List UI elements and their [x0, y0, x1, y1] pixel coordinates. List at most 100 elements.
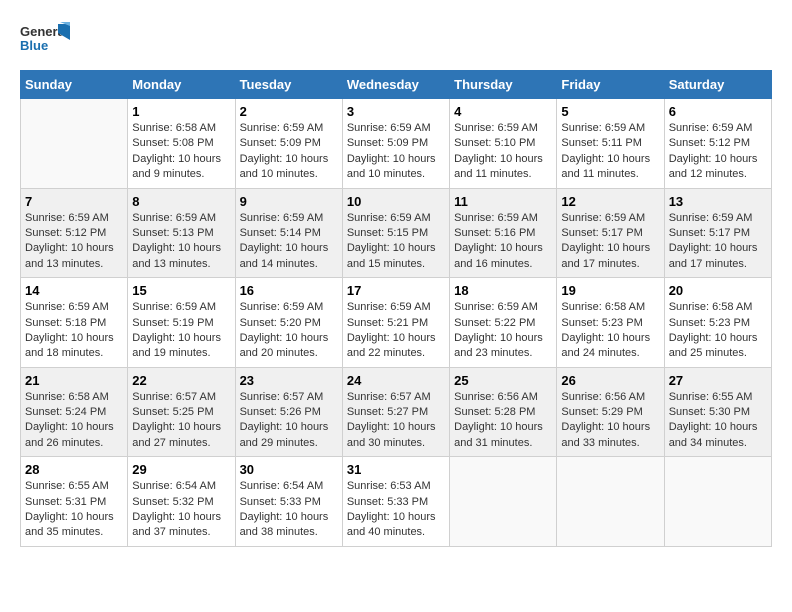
calendar-cell: 1 Sunrise: 6:58 AM Sunset: 5:08 PM Daylig…: [128, 99, 235, 189]
column-header-saturday: Saturday: [664, 71, 771, 99]
day-number: 3: [347, 104, 445, 119]
day-number: 12: [561, 194, 659, 209]
day-info: Sunrise: 6:58 AM Sunset: 5:23 PM Dayligh…: [561, 300, 659, 362]
page-header: GeneralBlue: [20, 20, 772, 60]
day-info: Sunrise: 6:59 AM Sunset: 5:16 PM Dayligh…: [454, 211, 552, 273]
day-info: Sunrise: 6:59 AM Sunset: 5:11 PM Dayligh…: [561, 121, 659, 183]
calendar-cell: 7 Sunrise: 6:59 AM Sunset: 5:12 PM Daylig…: [21, 188, 128, 278]
calendar-cell: 17 Sunrise: 6:59 AM Sunset: 5:21 PM Dayli…: [342, 278, 449, 368]
day-number: 11: [454, 194, 552, 209]
calendar-cell: [557, 457, 664, 547]
day-info: Sunrise: 6:58 AM Sunset: 5:08 PM Dayligh…: [132, 121, 230, 183]
calendar-cell: 28Sunrise: 6:55 AM Sunset: 5:31 PM Dayli…: [21, 457, 128, 547]
calendar-cell: 10 Sunrise: 6:59 AM Sunset: 5:15 PM Dayli…: [342, 188, 449, 278]
day-number: 20: [669, 283, 767, 298]
calendar-header: SundayMondayTuesdayWednesdayThursdayFrid…: [21, 71, 772, 99]
calendar-cell: 31 Sunrise: 6:53 AM Sunset: 5:33 PM Dayli…: [342, 457, 449, 547]
day-number: 13: [669, 194, 767, 209]
calendar-body: 1 Sunrise: 6:58 AM Sunset: 5:08 PM Daylig…: [21, 99, 772, 547]
calendar-cell: 4Sunrise: 6:59 AM Sunset: 5:10 PM Daylig…: [450, 99, 557, 189]
column-header-monday: Monday: [128, 71, 235, 99]
calendar-cell: 27 Sunrise: 6:55 AM Sunset: 5:30 PM Dayli…: [664, 367, 771, 457]
calendar-cell: [450, 457, 557, 547]
calendar-cell: 9 Sunrise: 6:59 AM Sunset: 5:14 PM Daylig…: [235, 188, 342, 278]
day-number: 10: [347, 194, 445, 209]
day-info: Sunrise: 6:56 AM Sunset: 5:28 PM Dayligh…: [454, 390, 552, 452]
day-number: 23: [240, 373, 338, 388]
day-info: Sunrise: 6:57 AM Sunset: 5:25 PM Dayligh…: [132, 390, 230, 452]
calendar-cell: 3 Sunrise: 6:59 AM Sunset: 5:09 PM Daylig…: [342, 99, 449, 189]
day-number: 1: [132, 104, 230, 119]
day-info: Sunrise: 6:59 AM Sunset: 5:14 PM Dayligh…: [240, 211, 338, 273]
day-number: 31: [347, 462, 445, 477]
week-row-2: 7 Sunrise: 6:59 AM Sunset: 5:12 PM Daylig…: [21, 188, 772, 278]
day-info: Sunrise: 6:59 AM Sunset: 5:10 PM Dayligh…: [454, 121, 552, 183]
calendar-cell: 25 Sunrise: 6:56 AM Sunset: 5:28 PM Dayli…: [450, 367, 557, 457]
calendar-cell: 16 Sunrise: 6:59 AM Sunset: 5:20 PM Dayli…: [235, 278, 342, 368]
calendar-cell: 6 Sunrise: 6:59 AM Sunset: 5:12 PM Daylig…: [664, 99, 771, 189]
day-info: Sunrise: 6:57 AM Sunset: 5:26 PM Dayligh…: [240, 390, 338, 452]
day-number: 30: [240, 462, 338, 477]
calendar-cell: 20Sunrise: 6:58 AM Sunset: 5:23 PM Dayli…: [664, 278, 771, 368]
day-info: Sunrise: 6:59 AM Sunset: 5:15 PM Dayligh…: [347, 211, 445, 273]
day-number: 29: [132, 462, 230, 477]
day-number: 14: [25, 283, 123, 298]
day-info: Sunrise: 6:53 AM Sunset: 5:33 PM Dayligh…: [347, 479, 445, 541]
week-row-4: 21Sunrise: 6:58 AM Sunset: 5:24 PM Dayli…: [21, 367, 772, 457]
calendar-cell: 13 Sunrise: 6:59 AM Sunset: 5:17 PM Dayli…: [664, 188, 771, 278]
day-info: Sunrise: 6:54 AM Sunset: 5:33 PM Dayligh…: [240, 479, 338, 541]
calendar-cell: [664, 457, 771, 547]
day-number: 19: [561, 283, 659, 298]
day-number: 25: [454, 373, 552, 388]
calendar-cell: 23 Sunrise: 6:57 AM Sunset: 5:26 PM Dayli…: [235, 367, 342, 457]
day-number: 2: [240, 104, 338, 119]
column-header-friday: Friday: [557, 71, 664, 99]
day-number: 15: [132, 283, 230, 298]
header-row: SundayMondayTuesdayWednesdayThursdayFrid…: [21, 71, 772, 99]
calendar-cell: 15 Sunrise: 6:59 AM Sunset: 5:19 PM Dayli…: [128, 278, 235, 368]
calendar-cell: [21, 99, 128, 189]
day-info: Sunrise: 6:59 AM Sunset: 5:12 PM Dayligh…: [669, 121, 767, 183]
column-header-sunday: Sunday: [21, 71, 128, 99]
day-info: Sunrise: 6:57 AM Sunset: 5:27 PM Dayligh…: [347, 390, 445, 452]
week-row-5: 28Sunrise: 6:55 AM Sunset: 5:31 PM Dayli…: [21, 457, 772, 547]
day-info: Sunrise: 6:54 AM Sunset: 5:32 PM Dayligh…: [132, 479, 230, 541]
day-number: 16: [240, 283, 338, 298]
calendar-cell: 18Sunrise: 6:59 AM Sunset: 5:22 PM Dayli…: [450, 278, 557, 368]
day-info: Sunrise: 6:55 AM Sunset: 5:31 PM Dayligh…: [25, 479, 123, 541]
day-number: 8: [132, 194, 230, 209]
day-info: Sunrise: 6:59 AM Sunset: 5:17 PM Dayligh…: [669, 211, 767, 273]
calendar-cell: 11 Sunrise: 6:59 AM Sunset: 5:16 PM Dayli…: [450, 188, 557, 278]
day-info: Sunrise: 6:59 AM Sunset: 5:18 PM Dayligh…: [25, 300, 123, 362]
day-info: Sunrise: 6:59 AM Sunset: 5:09 PM Dayligh…: [240, 121, 338, 183]
day-number: 9: [240, 194, 338, 209]
day-info: Sunrise: 6:59 AM Sunset: 5:09 PM Dayligh…: [347, 121, 445, 183]
week-row-1: 1 Sunrise: 6:58 AM Sunset: 5:08 PM Daylig…: [21, 99, 772, 189]
column-header-thursday: Thursday: [450, 71, 557, 99]
day-info: Sunrise: 6:59 AM Sunset: 5:12 PM Dayligh…: [25, 211, 123, 273]
day-number: 24: [347, 373, 445, 388]
day-info: Sunrise: 6:59 AM Sunset: 5:20 PM Dayligh…: [240, 300, 338, 362]
day-info: Sunrise: 6:59 AM Sunset: 5:21 PM Dayligh…: [347, 300, 445, 362]
day-info: Sunrise: 6:58 AM Sunset: 5:24 PM Dayligh…: [25, 390, 123, 452]
day-info: Sunrise: 6:59 AM Sunset: 5:19 PM Dayligh…: [132, 300, 230, 362]
day-number: 6: [669, 104, 767, 119]
day-info: Sunrise: 6:55 AM Sunset: 5:30 PM Dayligh…: [669, 390, 767, 452]
day-number: 5: [561, 104, 659, 119]
day-number: 22: [132, 373, 230, 388]
day-number: 17: [347, 283, 445, 298]
calendar-cell: 30 Sunrise: 6:54 AM Sunset: 5:33 PM Dayli…: [235, 457, 342, 547]
calendar-cell: 2 Sunrise: 6:59 AM Sunset: 5:09 PM Daylig…: [235, 99, 342, 189]
column-header-wednesday: Wednesday: [342, 71, 449, 99]
calendar-cell: 22 Sunrise: 6:57 AM Sunset: 5:25 PM Dayli…: [128, 367, 235, 457]
calendar-cell: 14 Sunrise: 6:59 AM Sunset: 5:18 PM Dayli…: [21, 278, 128, 368]
day-info: Sunrise: 6:59 AM Sunset: 5:17 PM Dayligh…: [561, 211, 659, 273]
logo-svg: GeneralBlue: [20, 20, 70, 60]
day-info: Sunrise: 6:59 AM Sunset: 5:13 PM Dayligh…: [132, 211, 230, 273]
calendar-cell: 19 Sunrise: 6:58 AM Sunset: 5:23 PM Dayli…: [557, 278, 664, 368]
day-number: 27: [669, 373, 767, 388]
day-number: 7: [25, 194, 123, 209]
calendar-cell: 21Sunrise: 6:58 AM Sunset: 5:24 PM Dayli…: [21, 367, 128, 457]
day-number: 18: [454, 283, 552, 298]
calendar-cell: 5 Sunrise: 6:59 AM Sunset: 5:11 PM Daylig…: [557, 99, 664, 189]
